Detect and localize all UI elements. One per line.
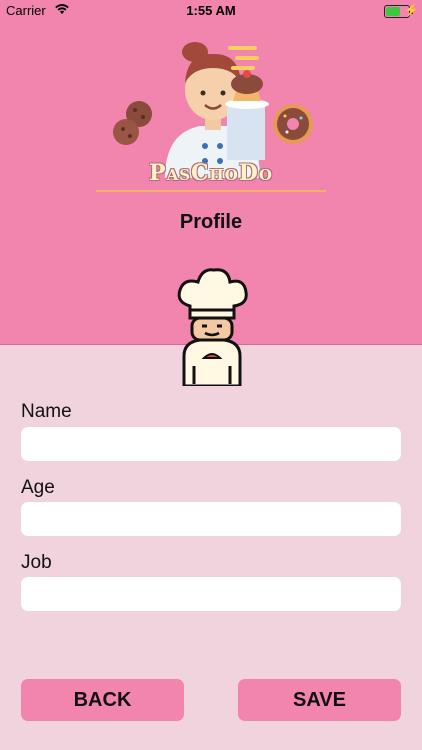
status-time: 1:55 AM <box>186 3 236 18</box>
name-label: Name <box>21 401 72 422</box>
job-label: Job <box>21 552 52 573</box>
brand-underline <box>96 190 326 192</box>
page-title: Profile <box>179 211 243 233</box>
status-bar: Carrier 1:55 AM ⚡ <box>0 0 422 22</box>
job-field[interactable] <box>21 577 401 611</box>
name-field[interactable] <box>21 427 401 461</box>
chef-illustration-image <box>113 42 313 178</box>
save-button[interactable]: SAVE <box>238 679 401 721</box>
back-button[interactable]: BACK <box>21 679 184 721</box>
charging-icon: ⚡ <box>404 3 419 17</box>
chef-avatar-icon[interactable] <box>172 266 252 386</box>
age-field[interactable] <box>21 502 401 536</box>
brand-logo: PasChoDo <box>149 160 273 186</box>
age-label: Age <box>21 477 55 498</box>
